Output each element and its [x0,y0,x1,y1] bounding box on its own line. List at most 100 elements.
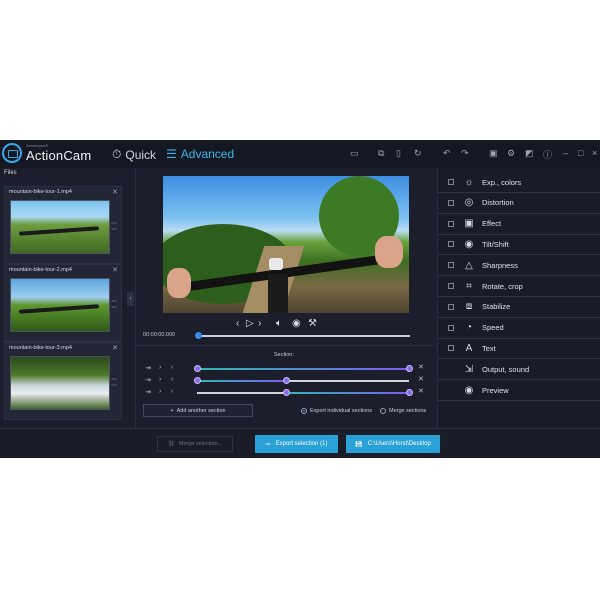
panel-item-exp-colors[interactable]: ☼ Exp., colors [438,172,600,193]
next-frame-icon[interactable]: › [258,318,261,329]
panel-item-label: Text [482,343,496,353]
radio-merge-sections[interactable]: Merge sections [380,408,426,414]
panel-item-stabilize[interactable]: ⧈ Stabilize [438,297,600,318]
section-range-slider[interactable] [194,377,409,384]
panel-item-rotate-crop[interactable]: ⌗ Rotate, crop [438,276,600,297]
clipboard-icon[interactable]: ▯ [396,148,401,159]
file-item-3[interactable]: mountain-bike-tour-3.mp4 ✕ ︿ ﹀ [4,342,122,420]
enable-checkbox[interactable] [448,199,454,206]
play-icon[interactable]: ▷ [246,318,254,329]
remove-file-icon[interactable]: ✕ [112,266,118,274]
remove-file-icon[interactable]: ✕ [112,188,118,196]
panel-item-sharpness[interactable]: △ Sharpness [438,255,600,277]
wrench-icon[interactable]: ⚒ [308,318,317,329]
chevron-left-icon[interactable]: ‹ [171,376,173,383]
panel-item-label: Sharpness [482,260,518,270]
merge-selection-button[interactable]: ⛓ Merge selection... [157,436,233,452]
remove-section-icon[interactable]: ✕ [418,387,424,395]
info-icon[interactable]: ⓘ [543,148,552,161]
collapse-sidebar-button[interactable]: ‹ [127,292,134,306]
panel-item-label: Speed [482,323,504,333]
previous-frame-icon[interactable]: ‹ [236,318,239,329]
enter-icon[interactable]: ⇥ [145,376,151,384]
file-thumbnail [10,356,110,410]
volume-icon[interactable]: 🔈︎ [276,318,282,329]
panel-item-tilt-shift[interactable]: ◉ Tilt/Shift [438,234,600,256]
enable-checkbox[interactable] [448,345,454,352]
image-icon[interactable]: ◩ [525,148,534,159]
radio-selected-icon [301,408,307,414]
section-range-slider[interactable] [197,389,413,396]
export-selection-button[interactable]: ⇨ Export selection (1) [255,435,338,453]
timer-icon: ⏱ [112,147,122,161]
radio-export-individual[interactable]: Export individual sections [301,408,372,414]
enable-checkbox[interactable] [448,179,454,185]
panel-item-distortion[interactable]: ◎ Distortion [438,193,600,214]
enable-checkbox[interactable] [448,303,454,310]
section-start-handle[interactable] [194,377,201,384]
panel-item-output-sound[interactable]: ⇲ Output, sound [438,359,600,381]
chevron-right-icon[interactable]: › [159,364,161,371]
chevron-left-icon[interactable]: ‹ [171,364,173,371]
eye-icon[interactable]: ◉ [292,318,301,329]
enable-checkbox[interactable] [448,283,454,289]
mode-quick-button[interactable]: ⏱ Quick [112,147,156,162]
enable-checkbox[interactable] [448,220,454,227]
handlebar-shape [18,226,100,236]
minimize-icon[interactable]: – [563,148,568,158]
file-name: mountain-bike-tour-2.mp4 [9,267,72,273]
enter-icon[interactable]: ⇥ [145,388,151,396]
section-end-handle[interactable] [283,377,291,384]
divider [136,345,436,346]
reorder-arrows-icon[interactable]: ︿ ﹀ [111,375,117,393]
gear-icon[interactable]: ⚙ [507,148,515,159]
copy-icon[interactable]: ⧉ [378,148,384,159]
section-range-slider[interactable] [194,365,413,372]
timeline-slider[interactable] [195,332,410,339]
radio-unselected-icon [380,408,386,414]
title-bar: Ashampoo® ActionCam ⏱ Quick ☰ Advanced ▭… [0,140,600,168]
panel-item-label: Exp., colors [482,177,522,187]
undo-icon[interactable]: ↶ [443,148,451,159]
sliders-icon: ☰ [166,147,177,161]
remove-section-icon[interactable]: ✕ [418,363,424,371]
file-thumbnail [10,200,110,254]
section-start-handle[interactable] [283,389,291,396]
chevron-right-icon[interactable]: › [159,388,161,395]
panel-item-text[interactable]: A Text [438,338,600,360]
reorder-arrows-icon[interactable]: ︿ ﹀ [111,297,117,315]
panel-item-preview[interactable]: ◉ Preview [438,380,600,401]
reorder-arrows-icon[interactable]: ︿ ﹀ [111,219,117,237]
folder-icon[interactable]: ▭ [350,148,359,159]
add-section-button[interactable]: + Add another section [143,404,253,417]
eye-icon: ◉ [464,384,474,396]
section-row: ⇥ › ‹ ✕ [143,376,433,386]
text-icon: A [465,342,473,354]
panel-item-label: Preview [482,385,509,395]
panel-item-speed[interactable]: ◔ Speed [438,318,600,339]
reset-icon[interactable]: ↻ [414,148,422,159]
section-start-handle[interactable] [194,365,201,372]
enable-checkbox[interactable] [448,262,454,269]
section-row: ⇥ › ‹ ✕ [143,388,433,398]
timeline-handle[interactable] [195,332,202,339]
chevron-right-icon[interactable]: › [159,376,161,383]
redo-icon[interactable]: ↷ [461,148,469,159]
close-window-icon[interactable]: × [592,148,597,158]
remove-section-icon[interactable]: ✕ [418,375,424,383]
chevron-left-icon[interactable]: ‹ [171,388,173,395]
speed-icon: ◔ [465,322,473,334]
maximize-icon[interactable]: □ [578,148,583,158]
panel-item-effect[interactable]: ▣ Effect [438,214,600,235]
chat-icon[interactable]: ▣ [489,148,498,159]
enable-checkbox[interactable] [448,241,454,248]
mode-advanced-button[interactable]: ☰ Advanced [166,147,234,161]
enter-icon[interactable]: ⇥ [145,364,151,372]
section-end-handle[interactable] [406,365,413,372]
output-path-button[interactable]: 💾︎ C:\Users\Horst\Desktop [346,435,440,453]
section-end-handle[interactable] [406,389,413,396]
file-item-2[interactable]: mountain-bike-tour-2.mp4 ✕ ︿ ﹀ [4,264,122,342]
enable-checkbox[interactable] [448,324,454,331]
file-item-1[interactable]: mountain-bike-tour-1.mp4 ✕ ︿ ﹀ [4,186,122,264]
remove-file-icon[interactable]: ✕ [112,344,118,352]
